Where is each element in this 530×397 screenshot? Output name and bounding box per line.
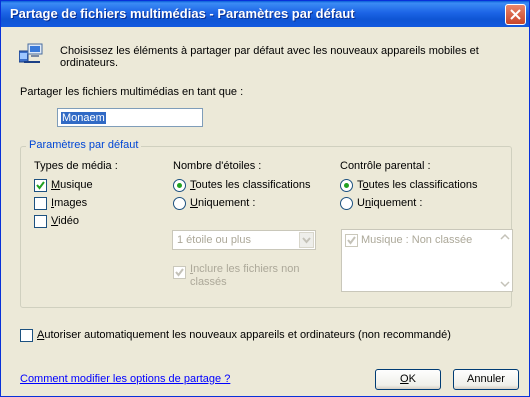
window-title: Partage de fichiers multimédias - Paramè… — [10, 6, 355, 21]
chevron-down-icon[interactable] — [299, 232, 314, 248]
share-name-value: Monaem — [61, 112, 106, 124]
star-only-label: niquement : — [197, 197, 256, 209]
include-unrated-line1: nclure les fichiers non — [193, 263, 300, 275]
checkmark-icon — [36, 181, 45, 190]
ok-label: K — [408, 373, 416, 385]
dialog-window: Partage de fichiers multimédias - Paramè… — [0, 0, 530, 397]
share-name-input[interactable]: Monaem — [57, 108, 203, 127]
music-checkbox[interactable] — [34, 179, 47, 192]
parental-all-label: utes les classifications — [368, 179, 478, 191]
star-all-radio[interactable] — [173, 179, 186, 192]
auto-allow-checkbox[interactable] — [20, 329, 33, 342]
media-types-title: Types de média : — [34, 160, 118, 172]
parental-only-radio[interactable] — [340, 197, 353, 210]
ok-accel: O — [400, 373, 409, 385]
auto-allow-label: utoriser automatiquement les nouveaux ap… — [44, 329, 451, 341]
parental-rating-list[interactable]: Musique : Non classée — [341, 229, 513, 292]
checkmark-icon — [175, 268, 184, 277]
star-only-accel: U — [190, 197, 198, 209]
share-as-label: Partager les fichiers multimédias en tan… — [20, 86, 244, 98]
media-devices-icon — [18, 41, 43, 65]
list-item-label: Musique : Non classée — [361, 234, 473, 246]
video-checkbox[interactable] — [34, 215, 47, 228]
title-bar[interactable]: Partage de fichiers multimédias - Paramè… — [1, 1, 529, 27]
defaults-legend: Paramètres par défaut — [26, 139, 142, 151]
scroll-down-arrow-icon[interactable] — [498, 276, 512, 291]
include-unrated-line2: classés — [190, 276, 227, 288]
list-item-checkbox[interactable] — [345, 234, 358, 247]
checkmark-icon — [347, 236, 356, 245]
help-link[interactable]: Comment modifier les options de partage … — [20, 373, 230, 385]
star-rating-select-value: 1 étoile ou plus — [177, 234, 251, 246]
star-all-label: outes les classifications — [195, 179, 311, 191]
parental-title: Contrôle parental : — [340, 160, 431, 172]
intro-text: Choisissez les éléments à partager par d… — [60, 45, 479, 69]
star-only-radio[interactable] — [173, 197, 186, 210]
scroll-up-arrow-icon[interactable] — [498, 230, 512, 245]
close-icon — [510, 9, 521, 20]
parental-only-label: iquement : — [371, 197, 423, 209]
star-rating-select[interactable]: 1 étoile ou plus — [172, 230, 316, 250]
close-button[interactable] — [505, 4, 526, 25]
images-checkbox[interactable] — [34, 197, 47, 210]
ok-button[interactable]: OK — [375, 369, 441, 390]
include-unrated-checkbox[interactable] — [173, 266, 186, 279]
music-accel: M — [51, 179, 61, 191]
parental-only-prefix: U — [357, 197, 365, 209]
video-label: idéo — [58, 215, 79, 227]
star-rating-title: Nombre d'étoiles : — [173, 160, 262, 172]
images-label: mages — [54, 197, 88, 209]
cancel-button[interactable]: Annuler — [453, 369, 519, 390]
music-label: usique — [60, 179, 93, 191]
cancel-label: Annuler — [467, 373, 505, 385]
parental-all-radio[interactable] — [340, 179, 353, 192]
